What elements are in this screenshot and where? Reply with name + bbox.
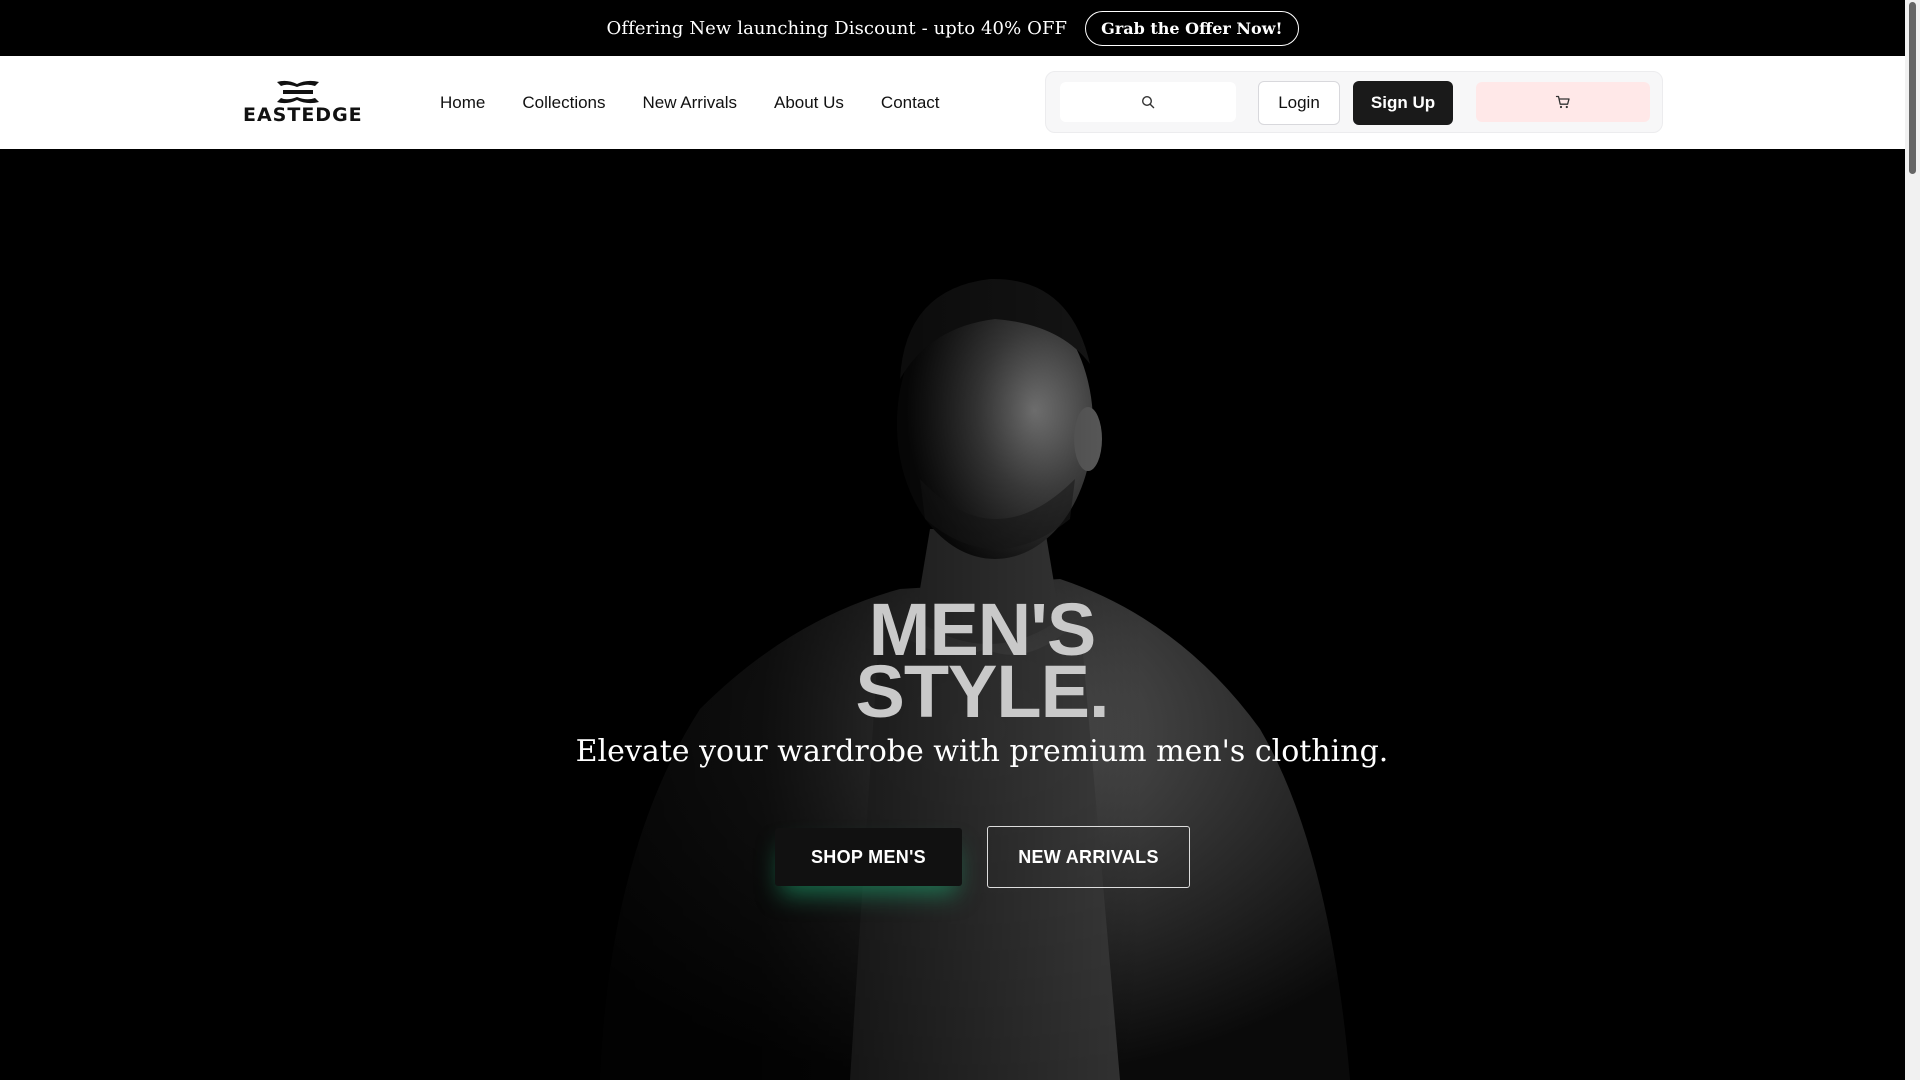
cart-icon [1555, 95, 1570, 109]
brand-name: EASTEDGE [243, 104, 363, 126]
page-scrollbar[interactable] [1905, 0, 1920, 1080]
nav-item-about-us[interactable]: About Us [774, 93, 844, 113]
shop-mens-button[interactable]: SHOP MEN'S [775, 828, 962, 886]
main-nav: Home Collections New Arrivals About Us C… [440, 56, 977, 149]
hero-headline: MEN'S STYLE. [0, 592, 1905, 733]
new-arrivals-button[interactable]: NEW ARRIVALS [987, 826, 1190, 888]
announcement-text: Offering New launching Discount - upto 4… [606, 17, 1068, 39]
hero-headline-line-2: STYLE. [855, 649, 1109, 733]
grab-offer-button[interactable]: Grab the Offer Now! [1085, 10, 1299, 46]
nav-item-new-arrivals[interactable]: New Arrivals [643, 93, 737, 113]
header-actions: Login Sign Up [1045, 71, 1663, 133]
hero-section: MEN'S STYLE. Elevate your wardrobe with … [0, 149, 1905, 1080]
nav-item-home[interactable]: Home [440, 93, 485, 113]
logo-icon [277, 80, 319, 104]
hero-subheadline: Elevate your wardrobe with premium men's… [575, 734, 1389, 769]
brand-logo[interactable]: EASTEDGE [243, 80, 363, 128]
search-input[interactable] [1060, 82, 1236, 122]
search-box [1060, 82, 1236, 122]
announcement-bar: Offering New launching Discount - upto 4… [0, 0, 1905, 56]
cart-button[interactable] [1476, 82, 1650, 122]
scrollbar-thumb[interactable] [1909, 2, 1916, 174]
login-button[interactable]: Login [1258, 81, 1340, 125]
site-header: EASTEDGE Home Collections New Arrivals A… [0, 56, 1905, 149]
nav-item-collections[interactable]: Collections [522, 93, 605, 113]
signup-button[interactable]: Sign Up [1353, 81, 1453, 125]
nav-item-contact[interactable]: Contact [881, 93, 940, 113]
